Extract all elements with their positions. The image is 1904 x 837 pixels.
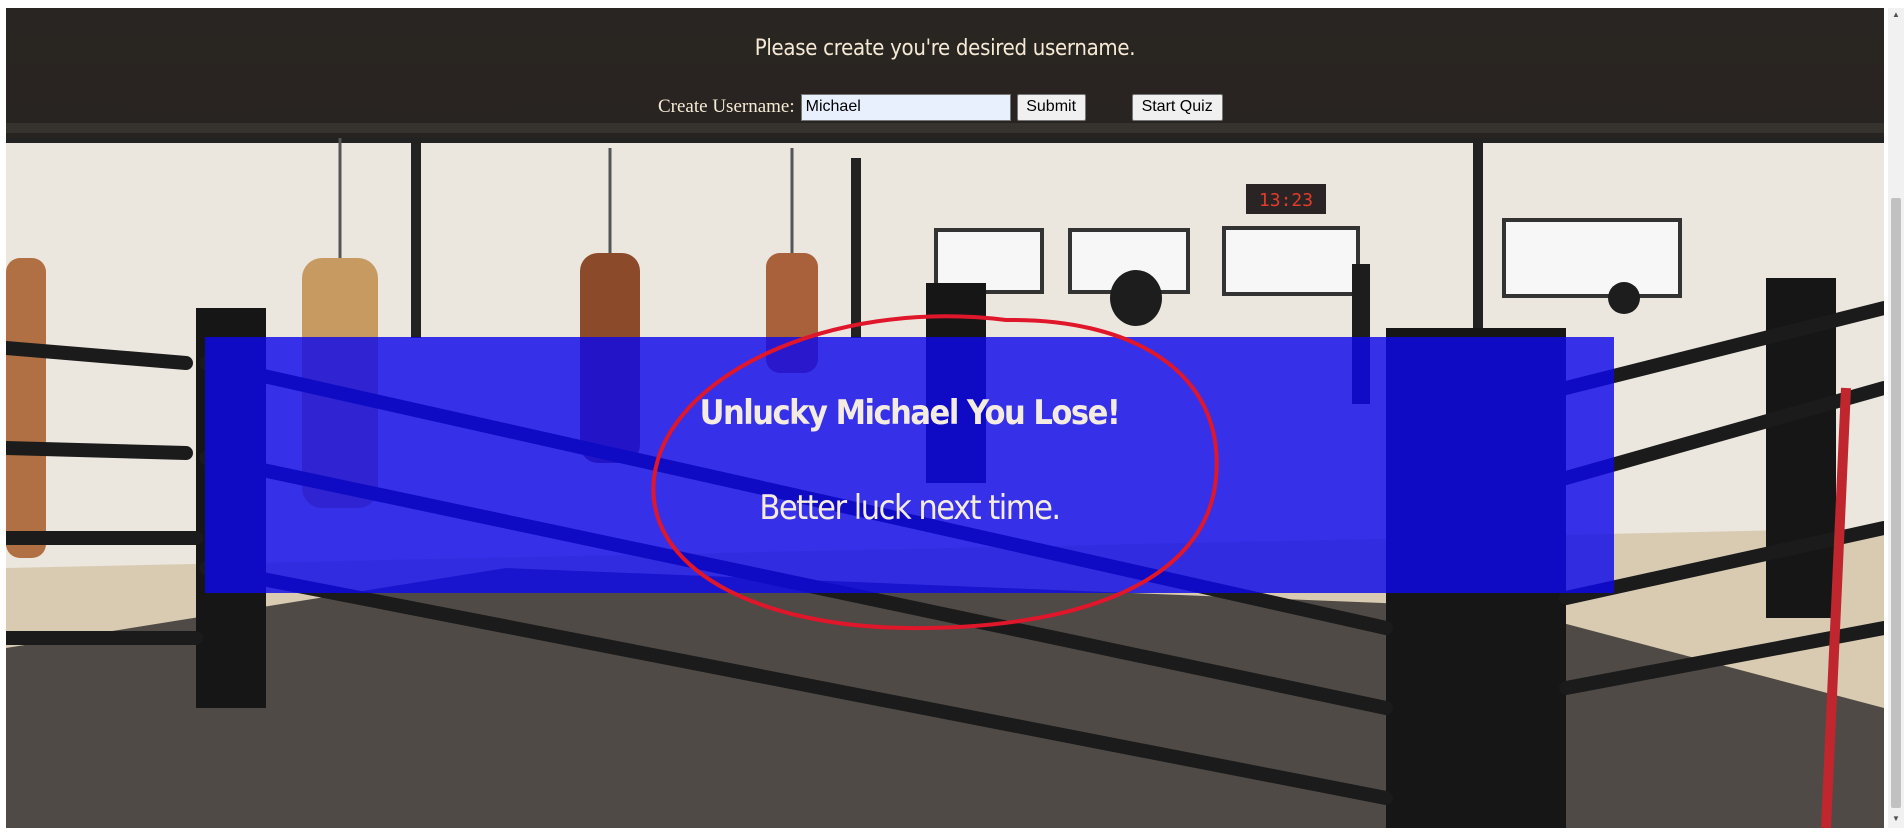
username-form: Create Username: Submit Start Quiz (658, 93, 1223, 121)
result-title: Unlucky Michael You Lose! (699, 393, 1121, 433)
submit-button[interactable]: Submit (1016, 93, 1086, 121)
username-header: Please create you're desired username. C… (6, 8, 1884, 138)
scrollbar-thumb[interactable] (1891, 198, 1901, 808)
clock-display: 13:23 (1259, 190, 1313, 211)
result-panel: Unlucky Michael You Lose! Better luck ne… (205, 337, 1614, 593)
vertical-scrollbar[interactable]: ▲ ▼ (1888, 8, 1904, 828)
username-input[interactable] (800, 93, 1011, 121)
scroll-up-icon[interactable]: ▲ (1891, 10, 1901, 20)
start-quiz-button[interactable]: Start Quiz (1131, 93, 1223, 121)
username-label: Create Username: (658, 96, 795, 117)
page-title: Please create you're desired username. (754, 36, 1136, 61)
result-subtitle: Better luck next time. (759, 488, 1061, 528)
scroll-down-icon[interactable]: ▼ (1891, 814, 1901, 824)
quiz-page: 13:23 Please create you're desired usern… (6, 8, 1884, 828)
